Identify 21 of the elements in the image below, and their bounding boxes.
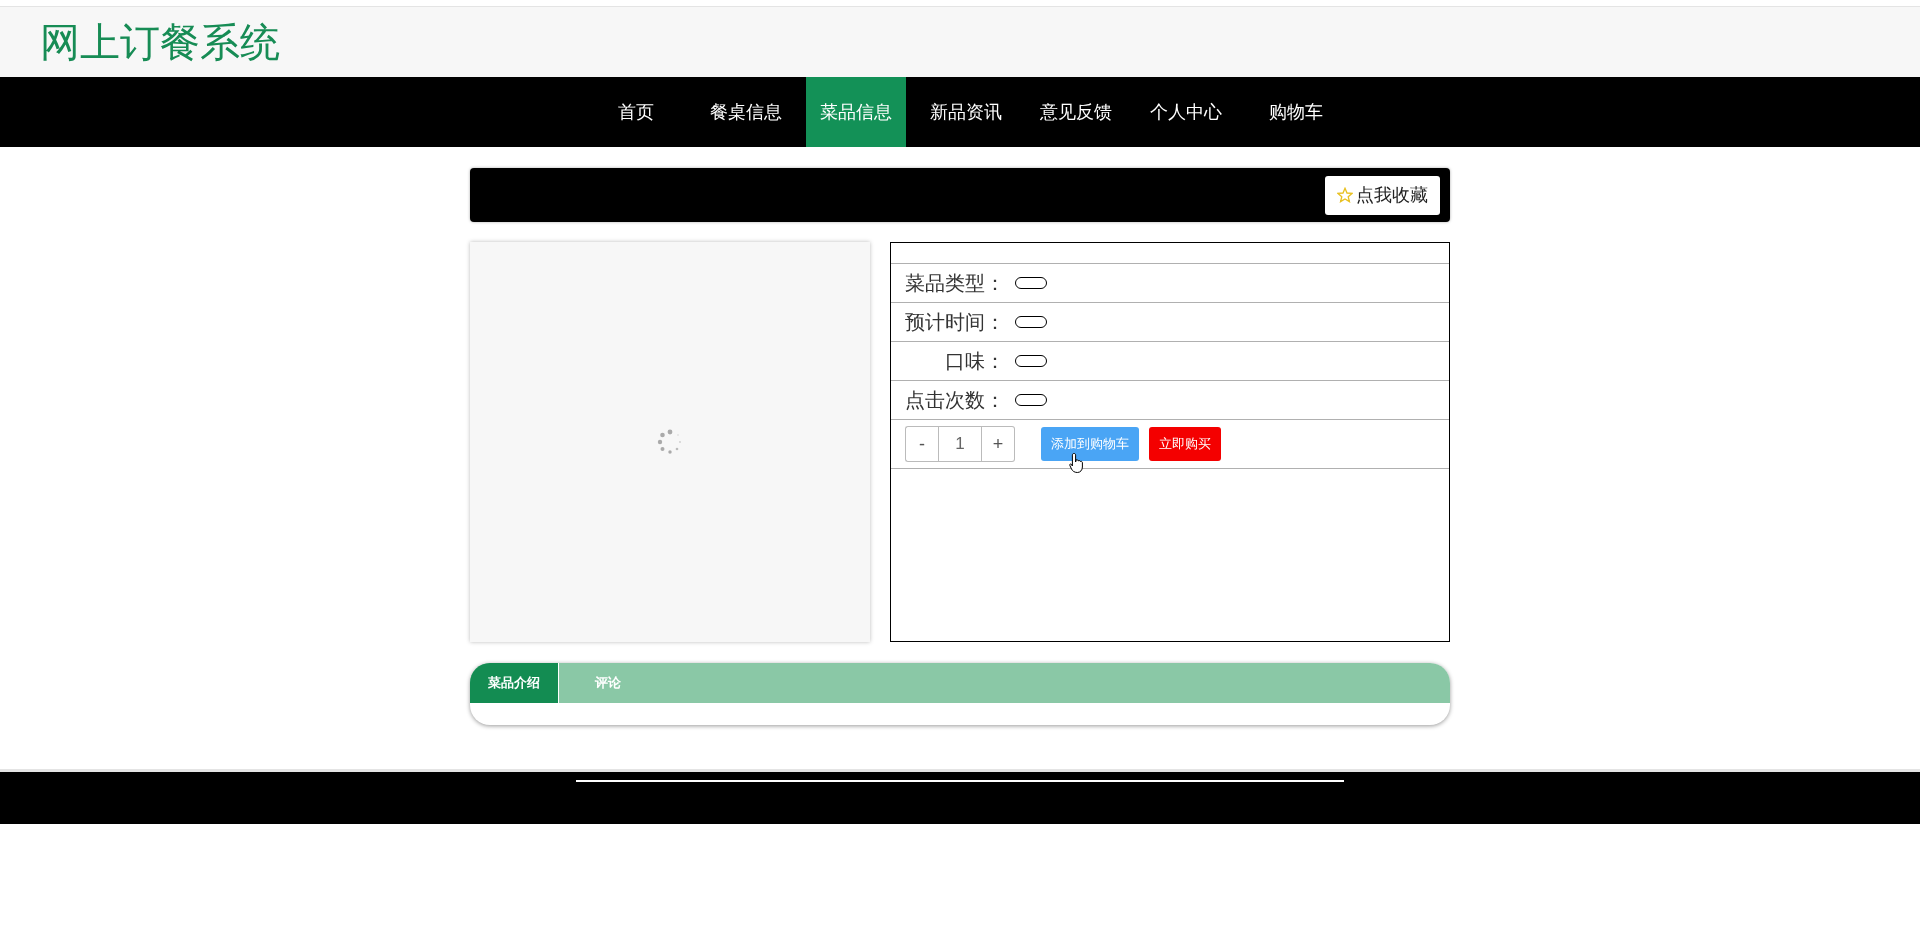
nav-item[interactable]: 购物车 <box>1246 77 1346 147</box>
nav-item[interactable]: 个人中心 <box>1136 77 1236 147</box>
star-icon <box>1337 187 1353 203</box>
nav-item[interactable]: 意见反馈 <box>1026 77 1126 147</box>
site-title: 网上订餐系统 <box>40 18 280 66</box>
buy-now-button[interactable]: 立即购买 <box>1149 427 1221 461</box>
nav-item[interactable]: 菜品信息 <box>806 77 906 147</box>
field-label: 口味： <box>945 348 1005 374</box>
field-label: 预计时间： <box>905 309 1005 335</box>
field-label: 菜品类型： <box>905 270 1005 296</box>
favorite-button[interactable]: 点我收藏 <box>1325 175 1440 215</box>
tab[interactable]: 菜品介绍 <box>470 663 559 703</box>
field-label: 点击次数： <box>905 387 1005 413</box>
quantity-field[interactable]: 1 <box>938 426 982 462</box>
nav-item[interactable]: 餐桌信息 <box>696 77 796 147</box>
minus-button[interactable]: - <box>905 426 938 462</box>
nav-item[interactable]: 新品资讯 <box>916 77 1016 147</box>
loading-spinner-icon <box>657 429 683 455</box>
plus-button[interactable]: + <box>982 426 1015 462</box>
nav-item[interactable]: 首页 <box>586 77 686 147</box>
hand-cursor-icon <box>1069 452 1085 474</box>
